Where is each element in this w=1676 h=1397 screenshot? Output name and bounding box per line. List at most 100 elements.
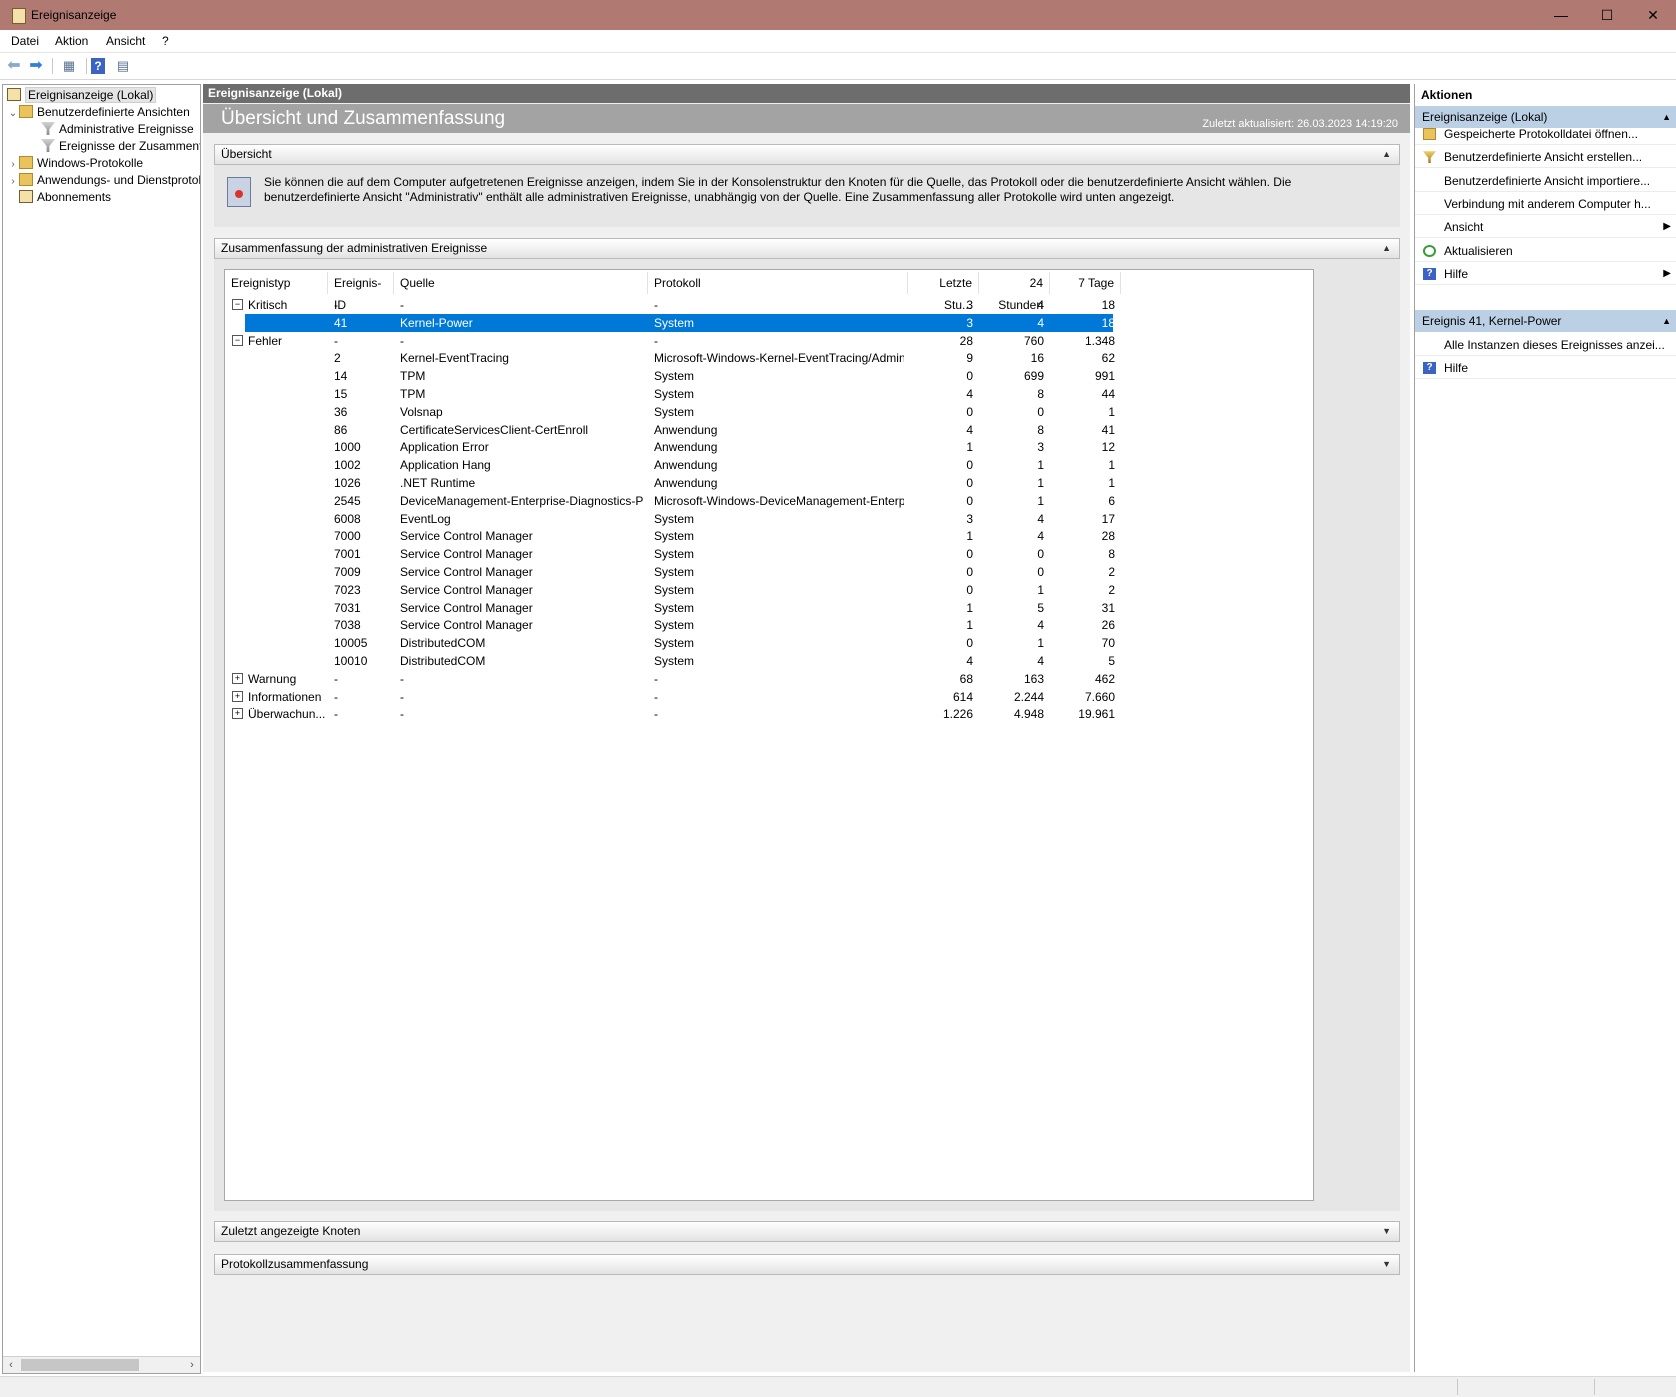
table-row[interactable]: 1002 Application Hang Anwendung 0 1 1 <box>225 456 1115 474</box>
column-header[interactable]: Protokoll <box>648 272 908 294</box>
table-row[interactable]: 15 TPM System 4 8 44 <box>225 385 1115 403</box>
tree-item-admin-events[interactable]: Administrative Ereignisse <box>41 120 194 138</box>
expand-icon[interactable]: + <box>232 708 243 720</box>
table-row[interactable]: 7031 Service Control Manager System 1 5 31 <box>225 599 1115 617</box>
action-item[interactable]: ? Hilfe ▶ <box>1415 263 1676 285</box>
tree-item-summary-events[interactable]: Ereignisse der Zusammenfassung <box>41 137 200 155</box>
summary-section-header[interactable]: Zusammenfassung der administrativen Erei… <box>214 238 1400 259</box>
collapse-icon[interactable]: ▲ <box>1662 310 1671 332</box>
action-item[interactable]: Aktualisieren <box>1415 240 1676 262</box>
table-row[interactable]: 86 CertificateServicesClient-CertEnroll An… <box>225 421 1115 439</box>
table-row[interactable]: 7038 Service Control Manager System 1 4 26 <box>225 616 1115 634</box>
column-header[interactable]: Ereignistyp <box>225 272 328 294</box>
action-item[interactable]: Benutzerdefinierte Ansicht importiere... <box>1415 170 1676 192</box>
tree-item-subscriptions[interactable]: Abonnements <box>19 188 111 206</box>
table-row[interactable]: 10005 DistributedCOM System 0 1 70 <box>225 634 1115 652</box>
cell-h: 0 <box>966 565 973 579</box>
menu-help[interactable]: ? <box>162 34 169 48</box>
window-title: Ereignisanzeige <box>31 8 117 22</box>
action-pane-icon[interactable]: ▤ <box>113 56 133 76</box>
table-row[interactable]: 2 Kernel-EventTracing Microsoft-Windows-Ke… <box>225 349 1115 367</box>
cell-log: Anwendung <box>654 440 718 455</box>
chevron-down-icon[interactable]: ⌄ <box>7 105 19 123</box>
collapse-icon[interactable]: ▲ <box>1382 239 1391 258</box>
action-item[interactable]: Alle Instanzen dieses Ereignisses anzei.… <box>1415 334 1676 356</box>
table-row[interactable]: 1000 Application Error Anwendung 1 3 12 <box>225 438 1115 456</box>
group-row[interactable]: + Überwachun... - - -1.226 4.948 19.961 <box>225 705 1115 723</box>
scrollbar-thumb[interactable] <box>21 1359 139 1371</box>
column-header[interactable]: 24 Stunden <box>979 272 1050 312</box>
cell-source: EventLog <box>400 511 451 526</box>
summary-grid[interactable]: Ereignistyp Ereignis-ID Quelle Protokoll… <box>224 269 1314 1201</box>
cell-h: 1 <box>966 440 973 455</box>
cell-log: - <box>654 298 658 312</box>
tree-item-custom-views[interactable]: ⌄ Benutzerdefinierte Ansichten <box>7 103 190 121</box>
horizontal-scrollbar[interactable]: ‹ › <box>3 1356 200 1373</box>
collapse-icon[interactable]: − <box>232 334 243 346</box>
menu-ansicht[interactable]: Ansicht <box>106 34 145 48</box>
minimize-button[interactable]: — <box>1538 0 1584 30</box>
maximize-button[interactable]: ☐ <box>1584 0 1630 30</box>
table-row[interactable]: 7000 Service Control Manager System 1 4 28 <box>225 527 1115 545</box>
table-row[interactable]: 7001 Service Control Manager System 0 0 8 <box>225 545 1115 563</box>
section-title: Ereignisanzeige (Lokal) <box>1422 110 1548 124</box>
tree-item-app-logs[interactable]: › Anwendungs- und Dienstprotokolle <box>7 171 200 191</box>
cell-log: System <box>654 511 695 526</box>
table-row[interactable]: 36 Volsnap System 0 0 1 <box>225 403 1115 421</box>
table-row[interactable]: 6008 EventLog System 3 4 17 <box>225 510 1115 528</box>
column-header[interactable]: Letzte Stu... <box>908 272 979 312</box>
overview-section-header[interactable]: Übersicht ▲ <box>214 144 1400 165</box>
action-item[interactable]: ? Hilfe <box>1415 357 1676 380</box>
cell-log: - <box>654 707 658 722</box>
scroll-left-icon[interactable]: ‹ <box>3 1357 19 1373</box>
collapse-icon[interactable]: ▲ <box>1382 145 1391 164</box>
back-icon[interactable]: ⬅ <box>4 56 24 76</box>
actions-section-event[interactable]: Ereignis 41, Kernel-Power ▲ <box>1415 310 1676 332</box>
tree-item-windows-logs[interactable]: › Windows-Protokolle <box>7 154 143 172</box>
scroll-right-icon[interactable]: › <box>184 1357 200 1373</box>
column-header[interactable]: Quelle <box>394 272 648 294</box>
cell-d: 699 <box>1023 369 1044 384</box>
cell-d: 1 <box>1037 458 1044 473</box>
tree-item-root[interactable]: Ereignisanzeige (Lokal) <box>7 86 157 104</box>
table-row[interactable]: 41 Kernel-Power System 3 4 18 <box>245 313 1115 332</box>
menu-aktion[interactable]: Aktion <box>55 34 88 48</box>
expand-icon[interactable]: + <box>232 672 243 684</box>
group-row[interactable]: + Warnung - - - 68 163 462 <box>225 670 1115 688</box>
action-item[interactable]: Verbindung mit anderem Computer h... <box>1415 193 1676 215</box>
table-row[interactable]: 2545 DeviceManagement-Enterprise-Diagnost… <box>225 492 1115 510</box>
cell-w: 12 <box>1101 440 1115 455</box>
table-row[interactable]: 14 TPM System 0 699 991 <box>225 367 1115 385</box>
table-row[interactable]: 7009 Service Control Manager System 0 0 2 <box>225 563 1115 581</box>
action-item[interactable]: Benutzerdefinierte Ansicht erstellen... <box>1415 146 1676 169</box>
log-summary-section-header[interactable]: Protokollzusammenfassung ▼ <box>214 1254 1400 1275</box>
expand-icon[interactable]: ▼ <box>1382 1222 1391 1241</box>
cell-id: 1026 <box>334 476 361 490</box>
menu-datei[interactable]: Datei <box>11 34 39 48</box>
folder-icon <box>19 105 33 118</box>
column-header[interactable]: Ereignis-ID <box>328 272 394 312</box>
group-row[interactable]: − Fehler - - -28 760 1.348 <box>225 332 1115 350</box>
tree-item-label: Ereignisse der Zusammenfassung <box>59 139 200 153</box>
expand-icon[interactable]: ▼ <box>1382 1255 1391 1274</box>
help-icon[interactable]: ? <box>91 58 105 74</box>
page-title: Übersicht und Zusammenfassung <box>221 108 506 129</box>
chevron-right-icon[interactable]: › <box>7 173 19 191</box>
table-row[interactable]: 10010 DistributedCOM System 4 4 5 <box>225 652 1115 670</box>
action-item[interactable]: Ansicht ▶ <box>1415 216 1676 239</box>
close-button[interactable]: ✕ <box>1630 0 1676 30</box>
forward-icon[interactable]: ➡ <box>26 56 46 76</box>
recent-nodes-section-header[interactable]: Zuletzt angezeigte Knoten ▼ <box>214 1221 1400 1242</box>
console-tree-icon[interactable]: ▦ <box>59 56 79 76</box>
group-row[interactable]: − Kritisch - - -3 4 18 <box>225 296 1115 314</box>
action-item[interactable]: Gespeicherte Protokolldatei öffnen... <box>1415 123 1676 145</box>
cell-w: 17 <box>1101 511 1115 526</box>
menu-bar: Datei Aktion Ansicht ? <box>0 30 1676 53</box>
table-row[interactable]: 1026 .NET Runtime Anwendung 0 1 1 <box>225 474 1115 492</box>
table-row[interactable]: 7023 Service Control Manager System 0 1 2 <box>225 581 1115 599</box>
group-row[interactable]: + Informationen - - -614 2.244 7.660 <box>225 688 1115 706</box>
collapse-icon[interactable]: − <box>232 299 243 310</box>
expand-icon[interactable]: + <box>232 690 243 702</box>
column-header[interactable]: 7 Tage <box>1050 272 1121 294</box>
action-label: Gespeicherte Protokolldatei öffnen... <box>1444 127 1638 141</box>
